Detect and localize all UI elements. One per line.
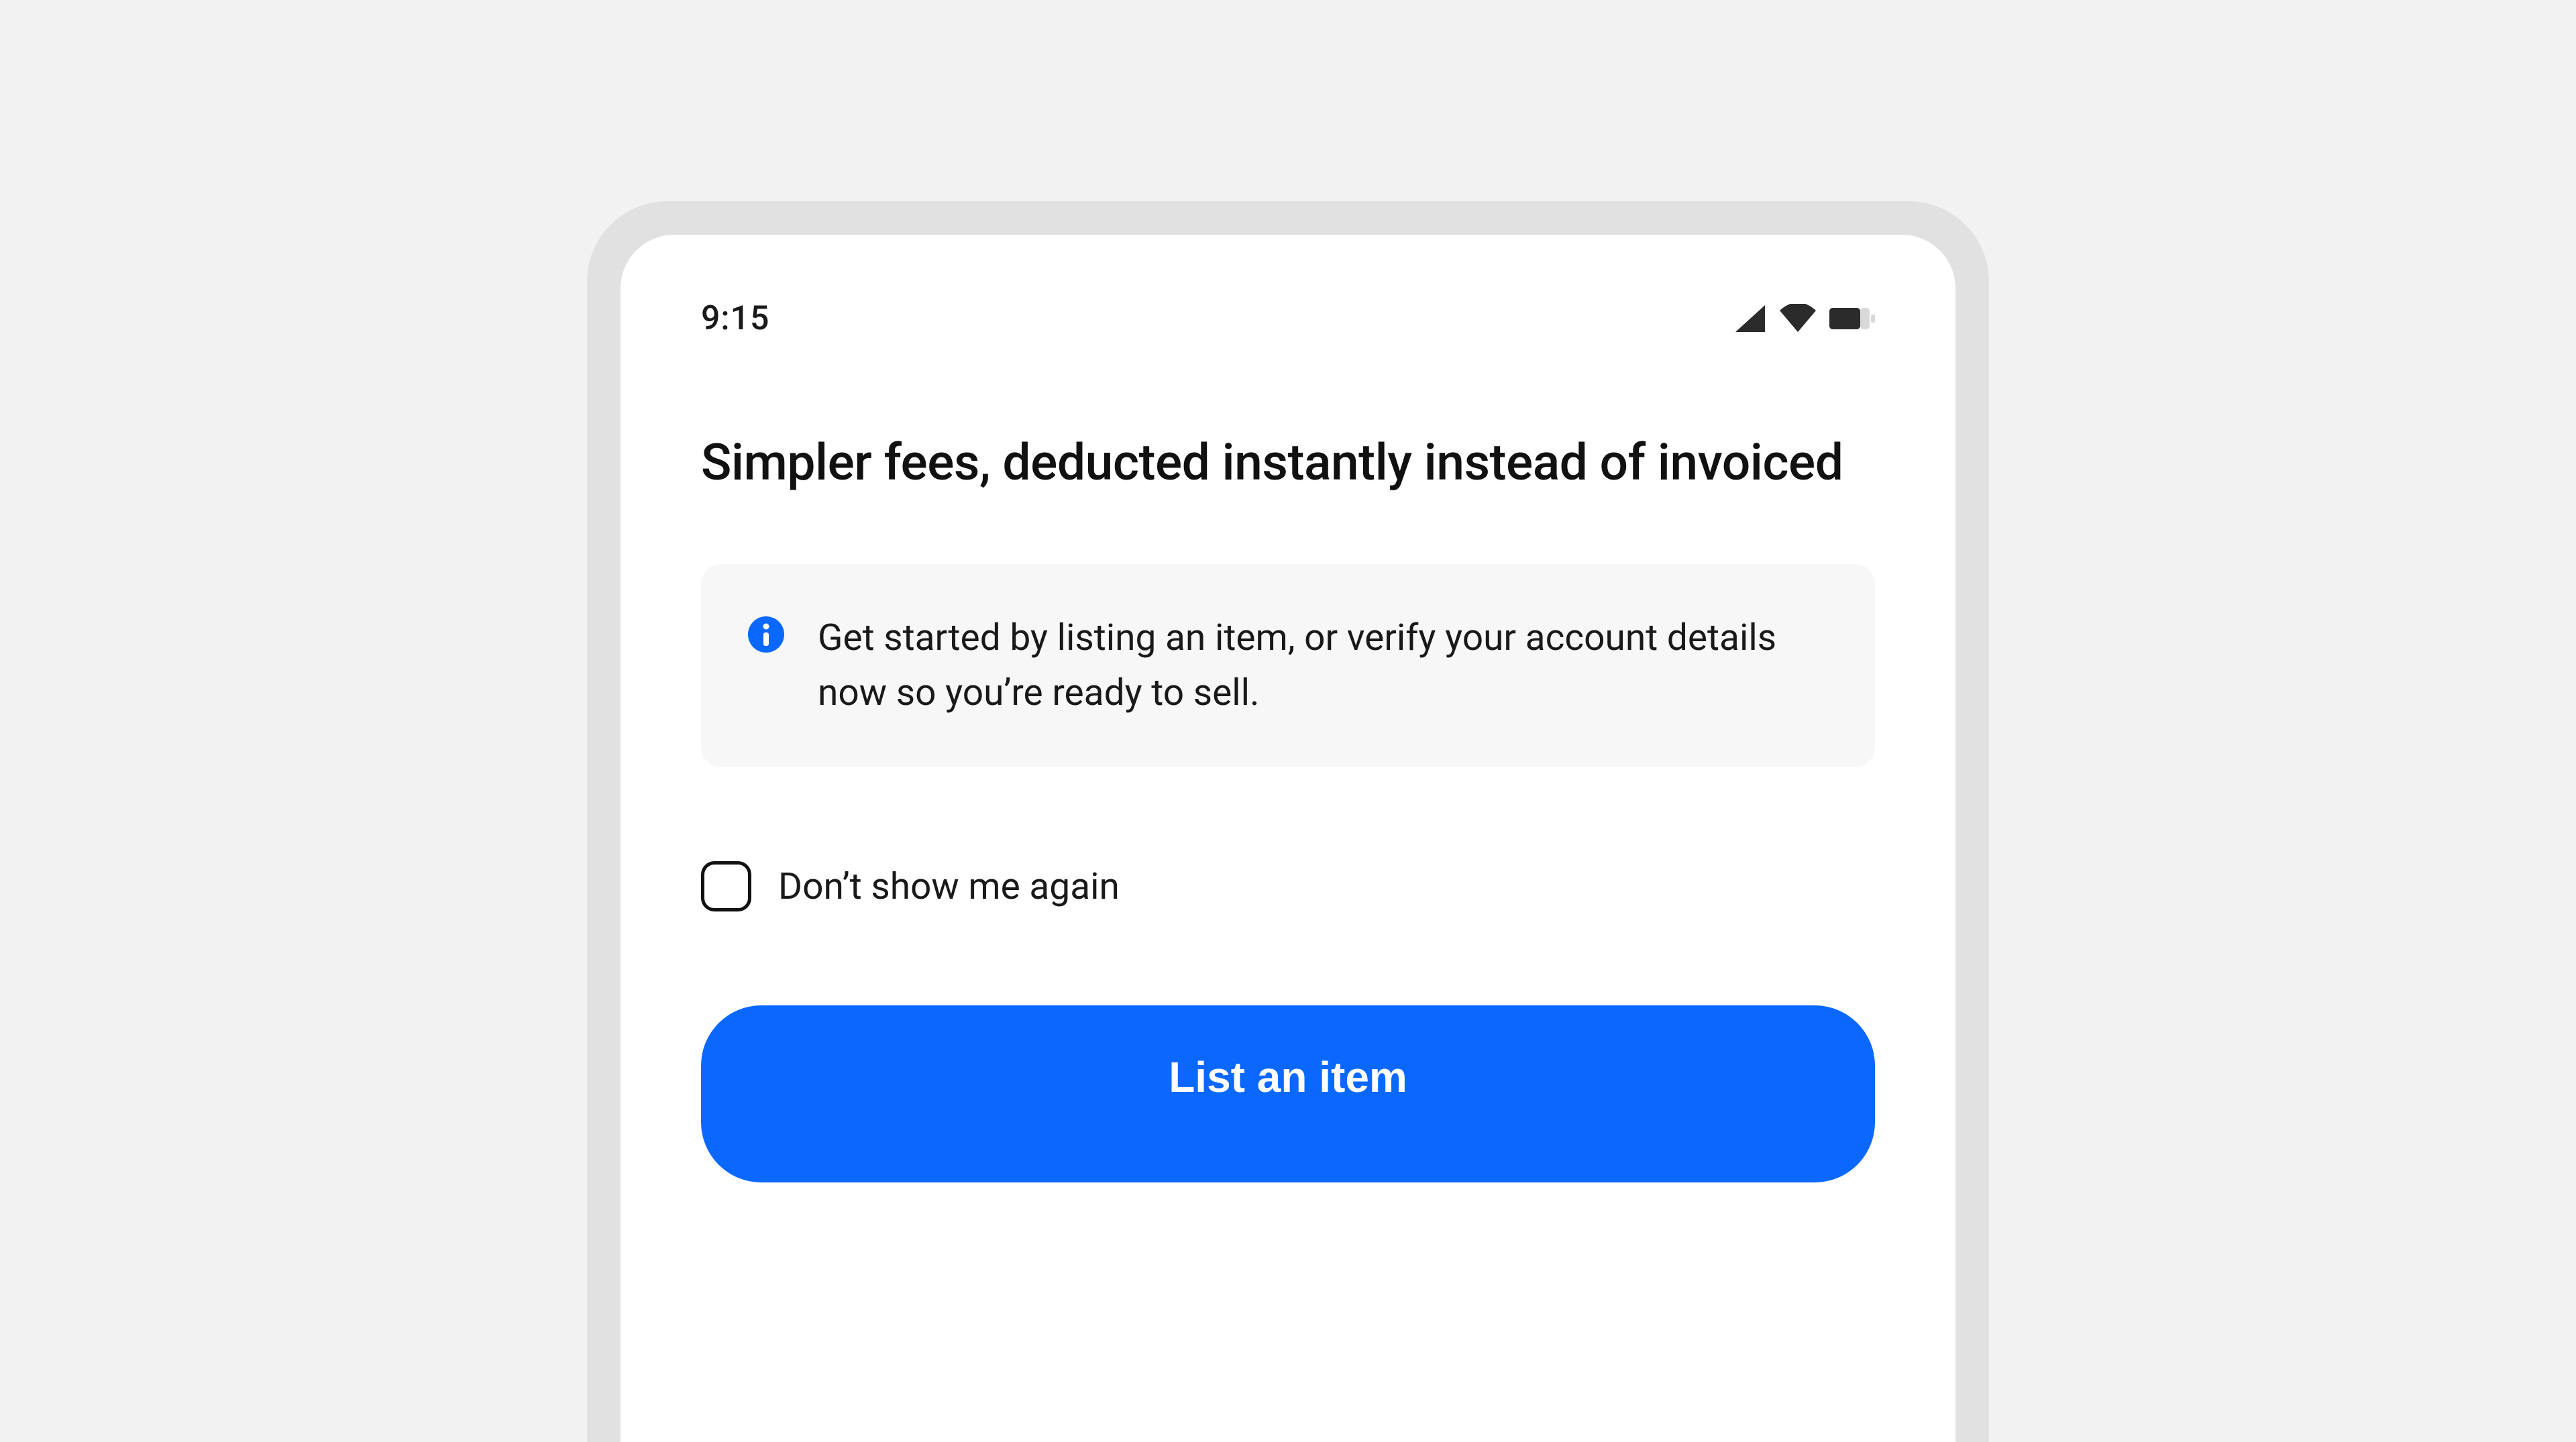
dont-show-again-row[interactable]: Don’t show me again bbox=[701, 861, 1875, 911]
status-icons bbox=[1734, 304, 1875, 333]
phone-screen: 9:15 Simpler fees, deducted instantly in… bbox=[621, 235, 1955, 1442]
dont-show-again-checkbox[interactable] bbox=[701, 861, 751, 911]
phone-frame: 9:15 Simpler fees, deducted instantly in… bbox=[587, 201, 1989, 1442]
battery-icon bbox=[1829, 307, 1875, 331]
list-an-item-button-label: List an item bbox=[1169, 1053, 1407, 1101]
status-time: 9:15 bbox=[701, 299, 769, 338]
info-card-text: Get started by listing an item, or verif… bbox=[818, 611, 1821, 720]
cellular-signal-icon bbox=[1734, 304, 1766, 333]
list-an-item-button[interactable]: List an item bbox=[701, 1005, 1875, 1182]
info-card: Get started by listing an item, or verif… bbox=[701, 564, 1875, 767]
status-bar: 9:15 bbox=[701, 288, 1875, 349]
dont-show-again-label: Don’t show me again bbox=[778, 865, 1120, 908]
wifi-icon bbox=[1778, 304, 1817, 333]
page-heading: Simpler fees, deducted instantly instead… bbox=[701, 429, 1875, 497]
info-icon bbox=[748, 616, 784, 653]
